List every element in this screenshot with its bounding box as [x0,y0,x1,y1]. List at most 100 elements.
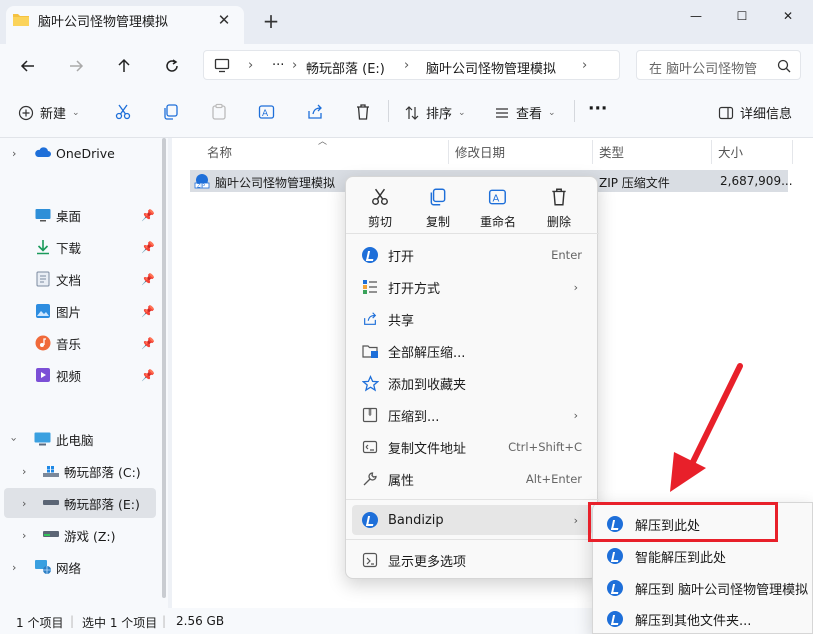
menu-item-add-favorites[interactable]: 添加到收藏夹 [352,368,592,398]
refresh-icon[interactable] [158,53,186,79]
sidebar-item-desktop[interactable]: 桌面 📌 [0,200,160,230]
minimize-button[interactable]: — [673,0,719,32]
sidebar-item-drive-c[interactable]: › 畅玩部落 (C:) [0,456,160,486]
column-divider[interactable] [448,140,449,164]
network-icon [34,559,52,575]
maximize-button[interactable]: ☐ [719,0,765,32]
search-input[interactable]: 在 脑叶公司怪物管 [636,50,801,80]
menu-item-extract-all[interactable]: 全部解压缩... [352,336,592,366]
pin-icon: 📌 [141,336,155,350]
submenu-item-extract-other[interactable]: 解压到其他文件夹... [593,603,813,634]
column-header-type[interactable]: 类型 [599,142,624,161]
sidebar-item-music[interactable]: 音乐 📌 [0,328,160,358]
share-icon[interactable] [306,103,324,121]
submenu-item-extract-to-folder[interactable]: 解压到 脑叶公司怪物管理模拟 [593,572,813,604]
cut-icon[interactable] [114,103,132,121]
toolbar-divider [388,100,389,122]
sort-icon [405,105,419,120]
sidebar-item-this-pc[interactable]: › 此电脑 [0,424,160,454]
tab-close-icon[interactable]: ✕ [214,10,234,30]
menu-item-compress-to[interactable]: 压缩到... › [352,400,592,430]
sidebar-item-drive-z[interactable]: › 游戏 (Z:) [0,520,160,550]
menu-item-bandizip[interactable]: Bandizip › [352,505,592,535]
forward-arrow-icon[interactable] [62,53,90,79]
onedrive-cloud-icon [34,146,51,158]
delete-icon[interactable] [354,103,372,121]
menu-item-open-with[interactable]: 打开方式 › [352,272,592,302]
column-divider[interactable] [711,140,712,164]
sidebar-item-drive-e[interactable]: › 畅玩部落 (E:) [4,488,156,518]
drive-icon [43,531,59,539]
rename-button[interactable]: A 重命名 [470,187,526,230]
cut-button[interactable]: 剪切 [352,187,408,230]
sidebar-item-label: 下载 [56,240,82,256]
copy-icon[interactable] [162,103,180,121]
computer-icon [214,58,230,73]
up-arrow-icon[interactable] [110,53,138,79]
column-divider[interactable] [792,140,793,164]
svg-text:A: A [262,109,269,119]
windows-drive-icon [43,466,59,478]
breadcrumb-drive[interactable]: 畅玩部落 (E:) [306,58,385,77]
breadcrumb-more[interactable]: ··· [272,58,284,73]
back-arrow-icon[interactable] [14,53,42,79]
search-icon[interactable] [777,59,791,73]
delete-label: 删除 [546,215,571,229]
chevron-right-icon[interactable]: › [22,497,26,510]
plus-circle-icon [18,105,34,120]
cut-label: 剪切 [367,215,392,229]
menu-separator [346,539,599,540]
view-button[interactable]: 查看 ⌄ [494,103,556,122]
column-header-name[interactable]: 名称 [207,142,232,161]
sidebar-item-videos[interactable]: 视频 📌 [0,360,160,390]
breadcrumb-separator: › [248,58,254,73]
copy-path-icon [362,439,380,457]
sidebar-item-label: 桌面 [56,208,82,224]
menu-separator [346,233,599,234]
sidebar-item-downloads[interactable]: 下载 📌 [0,232,160,262]
menu-item-properties[interactable]: 属性 Alt+Enter [352,464,592,494]
rename-icon[interactable]: A [258,103,276,121]
details-button[interactable]: 详细信息 [718,103,792,122]
sidebar-item-pictures[interactable]: 图片 📌 [0,296,160,326]
column-divider[interactable] [592,140,593,164]
view-icon [496,107,508,118]
new-button[interactable]: 新建 ⌄ [18,103,80,122]
paste-icon[interactable] [210,103,228,121]
column-header-size[interactable]: 大小 [718,142,743,161]
chevron-right-icon[interactable]: › [12,147,16,160]
item-count: 1 个项目 [16,616,64,630]
breadcrumb-folder[interactable]: 脑叶公司怪物管理模拟 [426,58,556,77]
menu-item-share[interactable]: 共享 [352,304,592,334]
selected-count: 选中 1 个项目 [82,616,158,630]
bandizip-icon [607,580,623,596]
chevron-right-icon[interactable]: › [22,465,26,478]
chevron-down-icon[interactable]: › [8,437,21,441]
address-bar[interactable]: › ··· › 畅玩部落 (E:) › 脑叶公司怪物管理模拟 › [203,50,620,80]
chevron-right-icon[interactable]: › [12,561,16,574]
close-window-button[interactable]: ✕ [765,0,811,32]
address-row: › ··· › 畅玩部落 (E:) › 脑叶公司怪物管理模拟 › 在 脑叶公司怪… [0,44,813,86]
menu-item-open[interactable]: 打开 Enter [352,240,592,270]
file-name: 脑叶公司怪物管理模拟 [215,176,336,190]
sidebar-item-onedrive[interactable]: › OneDrive [0,138,160,168]
sort-button[interactable]: 排序 ⌄ [404,103,466,122]
document-icon [36,271,50,287]
menu-item-copy-path[interactable]: 复制文件地址 Ctrl+Shift+C [352,432,592,462]
column-header-modified[interactable]: 修改日期 [455,142,505,161]
delete-button[interactable]: 删除 [531,187,587,230]
computer-icon [34,432,51,446]
menu-separator [346,499,599,500]
chevron-right-icon[interactable]: › [22,529,26,542]
more-options-button[interactable]: ··· [588,99,607,119]
sidebar-scrollbar[interactable] [162,138,166,598]
copy-button[interactable]: 复制 [410,187,466,230]
sidebar-item-network[interactable]: › 网络 [0,552,160,582]
sidebar-item-documents[interactable]: 文档 📌 [0,264,160,294]
music-icon [35,335,51,351]
new-tab-button[interactable]: + [261,11,281,32]
menu-item-show-more[interactable]: 显示更多选项 [352,545,592,575]
submenu-item-smart-extract[interactable]: 智能解压到此处 [593,540,813,572]
pictures-icon [35,303,51,319]
wrench-icon [362,471,380,489]
